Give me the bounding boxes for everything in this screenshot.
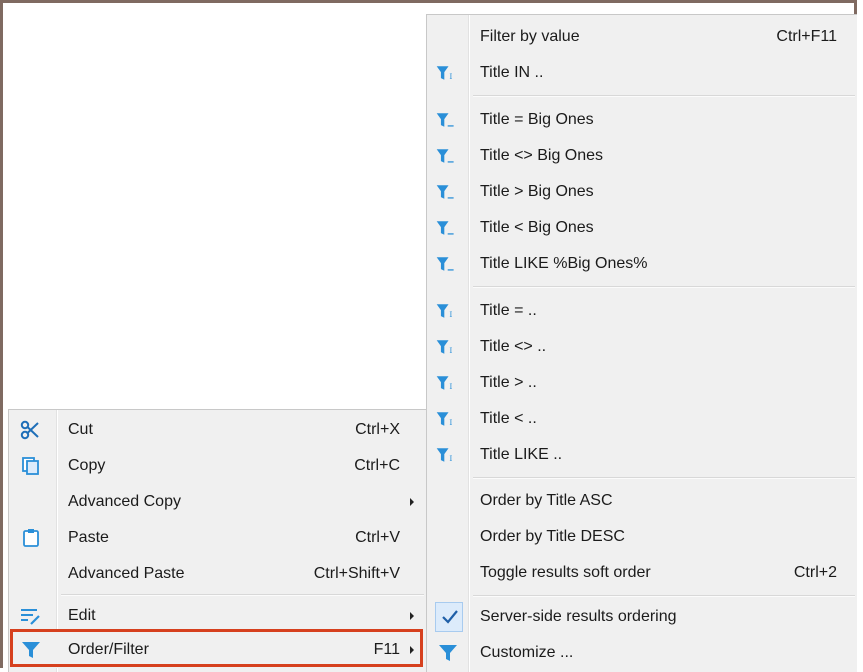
- menu-separator: [61, 594, 424, 596]
- menu-separator: [473, 477, 855, 479]
- menu-item-shortcut: Ctrl+V: [355, 529, 400, 546]
- svg-text:I: I: [449, 418, 452, 427]
- menu-item-label: Title <> ..: [480, 338, 547, 355]
- checkmark-icon: [442, 610, 458, 624]
- menu-item-shortcut: Ctrl+Shift+V: [313, 565, 400, 582]
- submenu-item-order-asc[interactable]: Order by Title ASC: [427, 483, 857, 519]
- menu-item-label: Title IN ..: [480, 64, 544, 81]
- submenu-arrow-icon: [410, 498, 414, 506]
- menu-item-label: Order by Title DESC: [480, 528, 625, 545]
- context-menu: Cut Ctrl+X Copy Ctrl+C Advanced Copy Pas…: [8, 409, 426, 672]
- submenu-item-title-neq-value[interactable]: Title <> Big Ones: [427, 138, 857, 174]
- submenu-item-title-like[interactable]: I Title LIKE ..: [427, 437, 857, 473]
- menu-item-advanced-copy[interactable]: Advanced Copy: [9, 484, 426, 520]
- menu-item-label: Order by Title ASC: [480, 492, 613, 509]
- menu-item-label: Title < Big Ones: [480, 219, 594, 236]
- filter-icon: [439, 645, 457, 661]
- submenu-item-customize[interactable]: Customize ...: [427, 635, 857, 671]
- submenu-item-title-lt[interactable]: I Title < ..: [427, 401, 857, 437]
- edit-icon: [21, 609, 40, 625]
- menu-item-shortcut: Ctrl+F11: [776, 28, 837, 45]
- menu-item-label: Paste: [68, 529, 109, 546]
- scissors-icon: [20, 420, 39, 440]
- submenu-item-filter-by-value[interactable]: Filter by value Ctrl+F11: [427, 19, 857, 55]
- filter-input-icon: I: [436, 448, 452, 463]
- filter-value-icon: [436, 185, 454, 199]
- menu-item-label: Title LIKE %Big Ones%: [480, 255, 648, 272]
- filter-value-icon: [436, 221, 454, 235]
- menu-item-label: Advanced Copy: [68, 493, 181, 510]
- menu-item-shortcut: Ctrl+2: [793, 564, 837, 581]
- submenu-item-title-like-value[interactable]: Title LIKE %Big Ones%: [427, 246, 857, 282]
- menu-item-label: Title > Big Ones: [480, 183, 594, 200]
- svg-text:I: I: [449, 346, 452, 355]
- menu-item-label: Title = Big Ones: [480, 111, 594, 128]
- paste-icon: [23, 529, 39, 547]
- menu-item-advanced-paste[interactable]: Advanced Paste Ctrl+Shift+V: [9, 556, 426, 592]
- order-filter-highlight: [10, 629, 423, 667]
- order-filter-submenu: Filter by value Ctrl+F11 I Title IN .. T…: [426, 14, 857, 672]
- menu-item-label: Copy: [68, 457, 106, 474]
- submenu-item-title-eq-value[interactable]: Title = Big Ones: [427, 102, 857, 138]
- menu-item-shortcut: Ctrl+C: [354, 457, 400, 474]
- copy-icon: [22, 457, 39, 475]
- filter-input-icon: I: [436, 376, 452, 391]
- svg-text:I: I: [449, 454, 452, 463]
- submenu-item-order-desc[interactable]: Order by Title DESC: [427, 519, 857, 555]
- svg-text:I: I: [449, 382, 452, 391]
- menu-item-label: Title LIKE ..: [480, 446, 563, 463]
- menu-item-label: Title > ..: [480, 374, 537, 391]
- filter-value-icon: [436, 113, 454, 127]
- submenu-item-server-side-ordering[interactable]: Server-side results ordering: [427, 599, 857, 635]
- submenu-item-title-in[interactable]: I Title IN ..: [427, 55, 857, 91]
- menu-item-label: Advanced Paste: [68, 565, 185, 582]
- filter-input-icon: I: [436, 340, 452, 355]
- submenu-item-title-gt[interactable]: I Title > ..: [427, 365, 857, 401]
- menu-separator: [473, 95, 855, 97]
- menu-item-label: Title < ..: [480, 410, 537, 427]
- submenu-item-title-neq[interactable]: I Title <> ..: [427, 329, 857, 365]
- menu-item-shortcut: Ctrl+X: [355, 421, 400, 438]
- menu-separator: [473, 286, 855, 288]
- menu-item-label: Server-side results ordering: [480, 608, 677, 625]
- menu-item-paste[interactable]: Paste Ctrl+V: [9, 520, 426, 556]
- filter-value-icon: [436, 257, 454, 271]
- filter-input-icon: I: [436, 412, 452, 427]
- menu-item-label: Toggle results soft order: [480, 564, 651, 581]
- menu-item-label: Customize ...: [480, 644, 574, 661]
- svg-text:I: I: [449, 310, 452, 319]
- filter-value-icon: [436, 149, 454, 163]
- submenu-item-toggle-soft-order[interactable]: Toggle results soft order Ctrl+2: [427, 555, 857, 591]
- submenu-arrow-icon: [410, 612, 414, 620]
- submenu-item-title-gt-value[interactable]: Title > Big Ones: [427, 174, 857, 210]
- svg-text:I: I: [449, 72, 452, 81]
- menu-item-label: Title = ..: [480, 302, 537, 319]
- menu-item-label: Filter by value: [480, 28, 580, 45]
- menu-item-cut[interactable]: Cut Ctrl+X: [9, 412, 426, 448]
- menu-item-label: Title <> Big Ones: [480, 147, 604, 164]
- filter-input-icon: I: [436, 66, 452, 81]
- menu-item-copy[interactable]: Copy Ctrl+C: [9, 448, 426, 484]
- submenu-item-title-eq[interactable]: I Title = ..: [427, 293, 857, 329]
- menu-separator: [473, 595, 855, 597]
- filter-input-icon: I: [436, 304, 452, 319]
- menu-item-label: Cut: [68, 421, 93, 438]
- submenu-item-title-lt-value[interactable]: Title < Big Ones: [427, 210, 857, 246]
